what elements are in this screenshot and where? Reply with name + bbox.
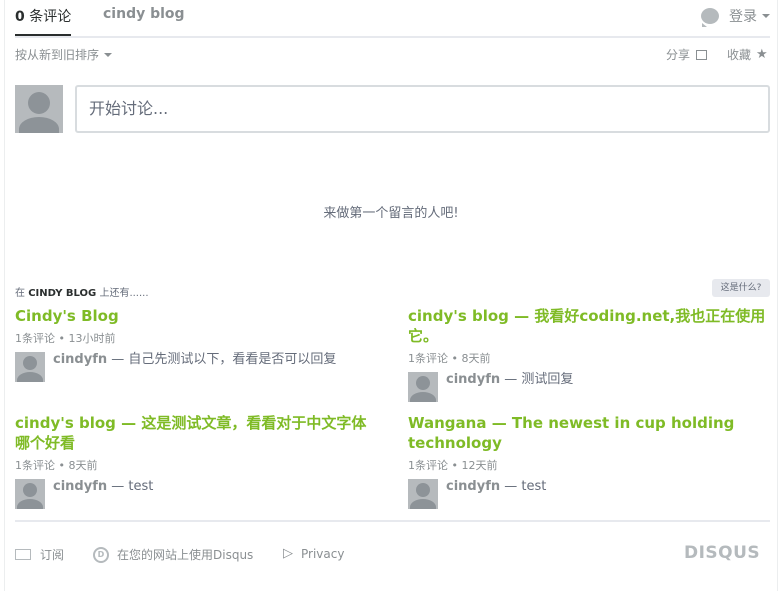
use-disqus-link[interactable]: D 在您的网站上使用Disqus xyxy=(93,546,253,563)
recommendation-title[interactable]: Wangana — The newest in cup holding tech… xyxy=(408,413,770,453)
use-disqus-label: 在您的网站上使用Disqus xyxy=(117,548,254,562)
avatar-head-shape xyxy=(416,376,430,390)
share-button[interactable]: 分享 xyxy=(666,46,708,63)
share-label: 分享 xyxy=(666,48,691,62)
mail-icon xyxy=(15,549,31,560)
active-tab-indicator xyxy=(15,34,72,36)
privacy-flag-icon: ▷ xyxy=(283,546,293,561)
recommendation-comment-count: 1条评论 xyxy=(408,352,448,365)
avatar-head-shape xyxy=(23,356,37,370)
also-on-site[interactable]: CINDY BLOG xyxy=(28,288,96,299)
recommendation-item[interactable]: cindy's blog — 这是测试文章，看看对于中文字体哪个好看 1条评论 … xyxy=(15,413,377,509)
privacy-link[interactable]: ▷ Privacy xyxy=(283,546,344,561)
avatar xyxy=(15,479,45,509)
recommendation-comment: cindyfn — 自己先测试以下，看看是否可以回复 xyxy=(15,352,377,382)
recommendation-meta: 1条评论 • 13小时前 xyxy=(15,332,116,345)
recommendation-title[interactable]: Cindy's Blog xyxy=(15,306,377,326)
recommendation-comment: cindyfn — test xyxy=(15,479,377,509)
avatar-body-shape xyxy=(410,392,436,402)
recommendation-comment-count: 1条评论 xyxy=(15,332,55,345)
comment-input[interactable]: 开始讨论... xyxy=(75,85,770,133)
chevron-down-icon xyxy=(104,52,113,57)
privacy-label: Privacy xyxy=(301,546,345,561)
recommendation-title[interactable]: cindy's blog — 这是测试文章，看看对于中文字体哪个好看 xyxy=(15,413,377,453)
recommendation-user[interactable]: cindyfn xyxy=(446,479,500,494)
login-label: 登录 xyxy=(729,9,757,25)
disqus-d-icon: D xyxy=(93,546,109,563)
sort-label: 按从新到旧排序 xyxy=(15,48,100,62)
avatar xyxy=(408,479,438,509)
recommendation-excerpt: cindyfn — test xyxy=(446,479,546,495)
also-on-heading: 在 CINDY BLOG 上还有...... xyxy=(15,284,149,299)
recommendation-meta: 1条评论 • 8天前 xyxy=(408,352,491,365)
also-on-suffix: 上还有...... xyxy=(96,288,149,299)
recommendation-comment-count: 1条评论 xyxy=(408,459,448,472)
avatar xyxy=(15,352,45,382)
recommendation-item[interactable]: cindy's blog — 我看好coding.net,我也正在使用它。 1条… xyxy=(408,306,770,402)
recommendation-excerpt: cindyfn — 测试回复 xyxy=(446,372,573,388)
also-on-prefix: 在 xyxy=(15,288,29,299)
recommendation-excerpt-text: — test xyxy=(500,479,547,494)
recommendation-comment: cindyfn — 测试回复 xyxy=(408,372,770,402)
comment-count-label: 条评论 xyxy=(24,9,72,25)
avatar-head-shape xyxy=(28,92,50,114)
login-menu[interactable]: 登录 xyxy=(701,6,770,27)
star-icon: ★ xyxy=(756,47,768,62)
disqus-logo[interactable]: DISQUS xyxy=(684,543,760,563)
avatar-body-shape xyxy=(17,372,43,382)
avatar xyxy=(15,85,63,133)
recommendation-excerpt: cindyfn — test xyxy=(53,479,153,495)
recommendation-excerpt-text: — 测试回复 xyxy=(500,372,574,387)
subscribe-label: 订阅 xyxy=(40,548,65,562)
empty-state-message: 来做第一个留言的人吧! xyxy=(323,206,459,221)
recommendation-age: 8天前 xyxy=(68,459,98,472)
avatar-body-shape xyxy=(17,499,43,509)
favorite-button[interactable]: 收藏 ★ xyxy=(727,46,768,63)
tab-forum-name[interactable]: cindy blog xyxy=(103,6,185,22)
recommendation-age: 12天前 xyxy=(461,459,498,472)
avatar-head-shape xyxy=(23,483,37,497)
sort-dropdown[interactable]: 按从新到旧排序 xyxy=(15,46,113,63)
whats-this-button[interactable]: 这是什么? xyxy=(712,279,770,297)
footer-divider xyxy=(15,520,770,522)
avatar-body-shape xyxy=(410,499,436,509)
recommendation-user[interactable]: cindyfn xyxy=(53,352,107,367)
comments-nav: 0 条评论 cindy blog 登录 xyxy=(15,0,770,38)
favorite-label: 收藏 xyxy=(727,48,752,62)
recommendation-age: 13小时前 xyxy=(68,332,116,345)
recommendation-user[interactable]: cindyfn xyxy=(53,479,107,494)
avatar-body-shape xyxy=(19,117,59,133)
recommendation-excerpt-text: — 自己先测试以下，看看是否可以回复 xyxy=(107,352,337,367)
chevron-down-icon xyxy=(762,14,770,18)
recommendation-excerpt-text: — test xyxy=(107,479,154,494)
recommendation-item[interactable]: Wangana — The newest in cup holding tech… xyxy=(408,413,770,509)
recommendation-comment: cindyfn — test xyxy=(408,479,770,509)
recommendation-comment-count: 1条评论 xyxy=(15,459,55,472)
avatar xyxy=(408,372,438,402)
avatar-head-shape xyxy=(416,483,430,497)
subscribe-link[interactable]: 订阅 xyxy=(15,546,64,563)
recommendation-user[interactable]: cindyfn xyxy=(446,372,500,387)
chat-bubble-icon xyxy=(701,8,719,27)
recommendation-title[interactable]: cindy's blog — 我看好coding.net,我也正在使用它。 xyxy=(408,306,770,346)
recommendation-age: 8天前 xyxy=(461,352,491,365)
recommendation-item[interactable]: Cindy's Blog 1条评论 • 13小时前 cindyfn — 自己先测… xyxy=(15,306,377,382)
comment-count-number: 0 xyxy=(15,9,25,25)
recommendation-meta: 1条评论 • 8天前 xyxy=(15,459,98,472)
recommendation-meta: 1条评论 • 12天前 xyxy=(408,459,498,472)
share-icon xyxy=(696,49,708,60)
recommendation-excerpt: cindyfn — 自己先测试以下，看看是否可以回复 xyxy=(53,352,336,368)
tab-comment-count[interactable]: 0 条评论 xyxy=(15,6,72,36)
